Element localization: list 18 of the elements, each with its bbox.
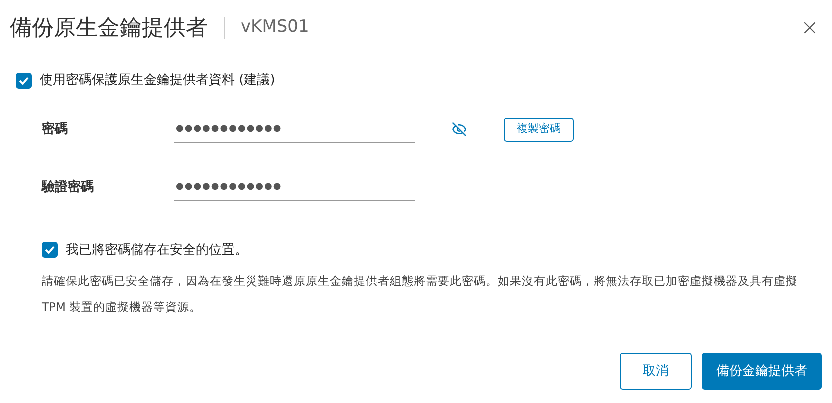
checkmark-icon <box>45 246 55 254</box>
password-field[interactable]: ●●●●●●●●●●●● <box>174 174 415 200</box>
field-label: 密碼 <box>41 120 69 139</box>
dialog-title: 備份原生金鑰提供者 <box>10 14 208 42</box>
field-label: 驗證密碼 <box>40 178 95 197</box>
checkbox[interactable] <box>16 72 32 89</box>
dialog-subtitle: vKMS01 <box>241 16 310 40</box>
checkbox-label: 使用密碼保護原生金鑰提供者資料 (建議) <box>40 72 276 90</box>
cancel-button[interactable]: 取消 <box>620 353 692 390</box>
checkbox-label: 我已將密碼儲存在安全的位置。 <box>66 242 248 260</box>
checkmark-icon <box>19 76 29 85</box>
eye-off-icon <box>452 122 467 137</box>
hide-password-button[interactable] <box>452 122 467 137</box>
notice-text: 請確保此密碼已安全儲存，因為在發生災難時還原原生金鑰提供者組態將需要此密碼。如果沒有此密碼，將無法存取已加密虛擬機器及具有虛擬 TPM 裝置的虛擬機器等資源。 <box>41 273 799 316</box>
checkbox[interactable] <box>42 242 58 258</box>
password-field[interactable]: ●●●●●●●●●●●● <box>174 116 415 142</box>
copy-password-button[interactable]: 複製密碼 <box>504 118 574 142</box>
primary-button[interactable]: 備份金鑰提供者 <box>702 353 822 390</box>
